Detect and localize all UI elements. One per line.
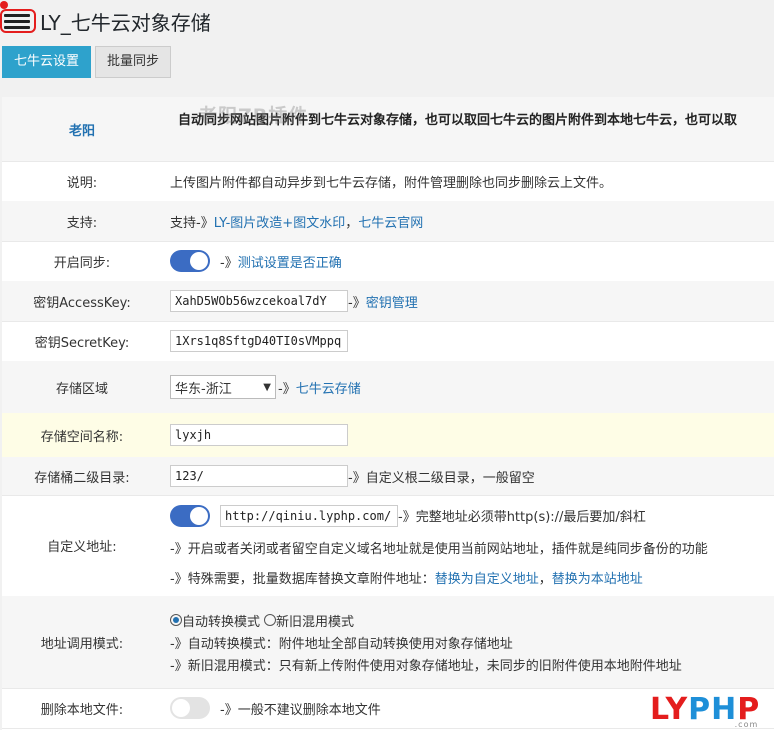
row-label: 删除本地文件: <box>40 702 124 718</box>
region-selected: 华东-浙江 <box>175 381 232 397</box>
tab-batch-sync[interactable]: 批量同步 <box>95 46 172 78</box>
lyphp-logo: LYPHP .com <box>650 692 761 729</box>
row-label: 开启同步: <box>53 255 111 271</box>
qiniu-storage-link[interactable]: 七牛云存储 <box>296 378 361 397</box>
highlight-ring <box>0 9 36 33</box>
region-select[interactable]: 华东-浙江 ▼ <box>170 375 276 399</box>
mixed-mode-desc: -》新旧混用模式：只有新上传附件使用对象存储地址，未同步的旧附件使用本地附件地址 <box>170 658 682 674</box>
row-custom-domain: 自定义地址: http://qiniu.lyphp.com/ -》完整地址必须带… <box>2 495 774 597</box>
intro-row: 老阳 自动同步网站图片附件到七牛云对象存储，也可以取回七牛云的图片附件到本地七牛… <box>2 97 774 162</box>
intro-text: 自动同步网站图片附件到七牛云对象存储，也可以取回七牛云的图片附件到本地七牛云，也… <box>178 113 738 128</box>
title-bar: LY_七牛云对象存储 <box>0 1 211 38</box>
tab-qiniu-settings[interactable]: 七牛云设置 <box>2 46 92 78</box>
row-address-mode: 地址调用模式: 自动转换模式 新旧混用模式 -》自动转换模式：附件地址全部自动转… <box>2 596 774 689</box>
separator: ， <box>538 572 552 587</box>
region-prefix: -》 <box>278 381 296 397</box>
row-label: 密钥SecretKey: <box>34 335 130 351</box>
author-link[interactable]: 老阳 <box>69 120 95 139</box>
test-settings-link[interactable]: 测试设置是否正确 <box>238 252 342 271</box>
notification-dot-icon <box>0 1 8 9</box>
replace-prefix: -》特殊需要，批量数据库替换文章附件地址： <box>170 572 435 587</box>
page-title: LY_七牛云对象存储 <box>40 10 211 35</box>
separator: ， <box>345 215 359 231</box>
mixed-mode-radio[interactable] <box>264 614 277 626</box>
row-secret-key: 密钥SecretKey: 1Xrs1q8SftgD40TI0sVMppq <box>2 321 774 362</box>
replace-local-link[interactable]: 替换为本站地址 <box>552 568 643 587</box>
support-prefix: 支持-》 <box>170 215 214 231</box>
delete-hint: -》一般不建议删除本地文件 <box>220 702 381 718</box>
row-subdir: 存储桶二级目录: 123/ -》自定义根二级目录，一般留空 <box>2 457 774 496</box>
row-access-key: 密钥AccessKey: XahD5WOb56wzcekoal7dY -》 密钥… <box>2 281 774 322</box>
row-label: 自定义地址: <box>47 540 117 555</box>
chevron-down-icon: ▼ <box>263 381 271 393</box>
plugin-link[interactable]: LY-图片改造+图文水印 <box>214 212 346 231</box>
bucket-name-input[interactable]: lyxjh <box>170 424 348 446</box>
qiniu-site-link[interactable]: 七牛云官网 <box>358 212 423 231</box>
tab-bar: 七牛云设置 批量同步 <box>2 46 172 78</box>
mixed-mode-label[interactable]: 新旧混用模式 <box>276 611 354 630</box>
access-key-input[interactable]: XahD5WOb56wzcekoal7dY <box>170 290 348 312</box>
auto-mode-radio[interactable] <box>170 614 182 626</box>
secret-key-input[interactable]: 1Xrs1q8SftgD40TI0sVMppq <box>170 330 348 352</box>
key-management-link[interactable]: 密钥管理 <box>366 292 418 311</box>
row-label: 说明: <box>66 175 98 191</box>
row-region: 存储区域 华东-浙江 ▼ -》 七牛云存储 <box>2 361 774 414</box>
row-label: 密钥AccessKey: <box>33 295 131 311</box>
menu-icon[interactable] <box>0 1 38 35</box>
domain-hint: -》完整地址必须带http(s)://最后要加/斜杠 <box>398 510 646 525</box>
domain-explain: -》开启或者关闭或者留空自定义域名地址就是使用当前网站地址，插件就是纯同步备份的… <box>170 542 708 557</box>
sync-toggle[interactable] <box>170 250 210 272</box>
access-prefix: -》 <box>348 295 366 311</box>
row-description: 说明: 上传图片附件都自动异步到七牛云存储，附件管理删除也同步删除云上文件。 <box>2 161 774 202</box>
custom-domain-toggle[interactable] <box>170 504 210 527</box>
custom-domain-input[interactable]: http://qiniu.lyphp.com/ <box>220 504 398 527</box>
row-label: 存储空间名称: <box>40 429 124 445</box>
row-label: 地址调用模式: <box>40 636 124 652</box>
sync-prefix: -》 <box>220 255 238 271</box>
replace-custom-link[interactable]: 替换为自定义地址 <box>435 568 539 587</box>
subdir-input[interactable]: 123/ <box>170 465 348 487</box>
row-label: 支持: <box>66 215 98 231</box>
subdir-hint: -》自定义根二级目录，一般留空 <box>348 470 535 486</box>
settings-panel: 老阳 自动同步网站图片附件到七牛云对象存储，也可以取回七牛云的图片附件到本地七牛… <box>2 97 774 730</box>
description-text: 上传图片附件都自动异步到七牛云存储，附件管理删除也同步删除云上文件。 <box>170 175 613 191</box>
row-sync: 开启同步: -》 测试设置是否正确 <box>2 241 774 282</box>
row-label: 存储桶二级目录: <box>34 470 130 486</box>
row-bucket: 存储空间名称: lyxjh <box>2 413 774 458</box>
delete-local-toggle[interactable] <box>170 697 210 719</box>
row-label: 存储区域 <box>55 381 108 397</box>
auto-mode-label[interactable]: 自动转换模式 <box>182 611 260 630</box>
auto-mode-desc: -》自动转换模式：附件地址全部自动转换使用对象存储地址 <box>170 636 513 652</box>
row-support: 支持: 支持-》 LY-图片改造+图文水印 ， 七牛云官网 <box>2 201 774 242</box>
